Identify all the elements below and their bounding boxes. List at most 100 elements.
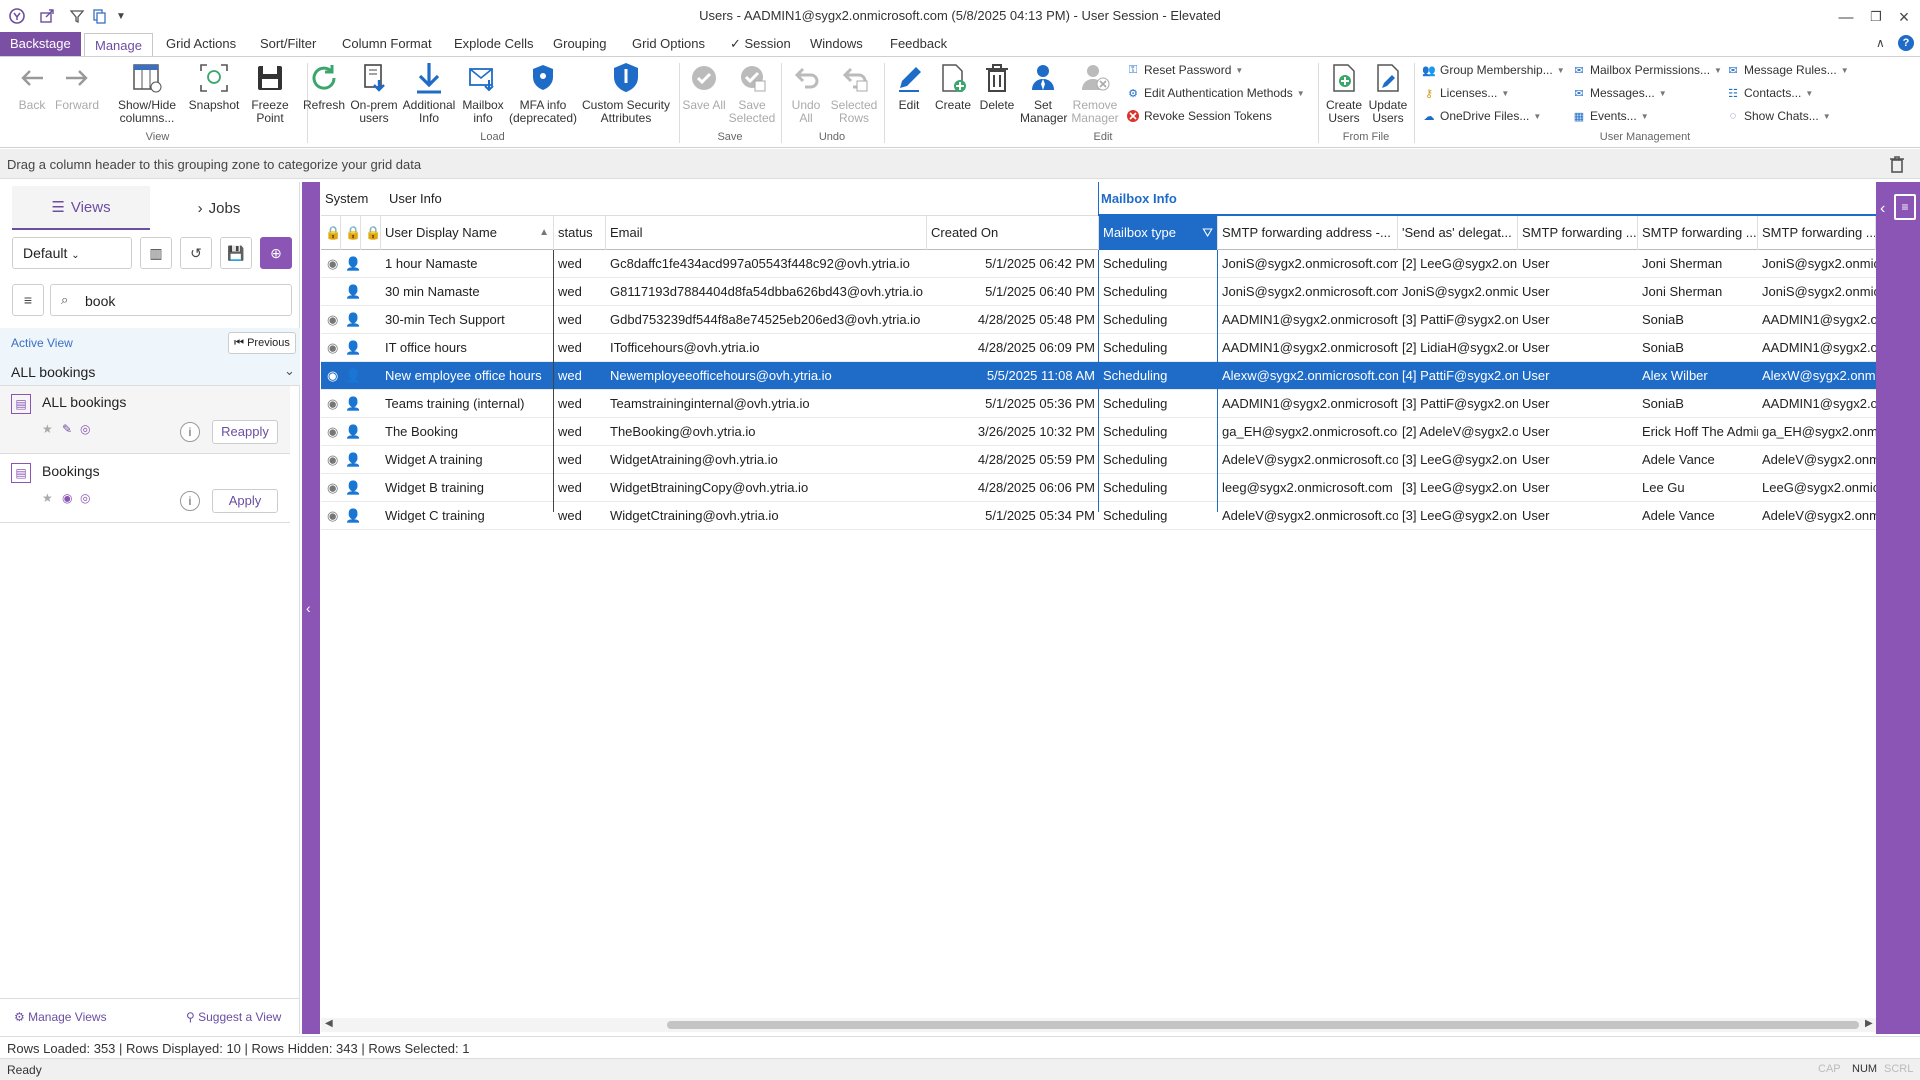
- save-view-icon[interactable]: 💾: [220, 237, 252, 269]
- manage-views-link[interactable]: ⚙ Manage Views: [14, 1010, 107, 1024]
- cell-created-on[interactable]: 5/1/2025 06:40 PM: [927, 278, 1099, 306]
- expand-panel-icon[interactable]: ‹: [1880, 200, 1885, 218]
- cell-smtp-forwarding-3[interactable]: JoniS@sygx2.onmicrosoft.com: [1758, 278, 1876, 306]
- cell-smtp-forwarding-address[interactable]: ga_EH@sygx2.onmicrosoft.com: [1218, 418, 1398, 446]
- info-icon[interactable]: i: [180, 491, 200, 511]
- cell-smtp-forwarding-3[interactable]: AdeleV@sygx2.onmicrosoft.com: [1758, 446, 1876, 474]
- cell-created-on[interactable]: 4/28/2025 05:48 PM: [927, 306, 1099, 334]
- tab-manage[interactable]: Manage: [84, 33, 153, 57]
- reapply-button[interactable]: Reapply: [212, 420, 278, 444]
- add-view-icon[interactable]: ⊕: [260, 237, 292, 269]
- cell-status[interactable]: wed: [554, 362, 606, 390]
- cell-smtp-forwarding-address[interactable]: AADMIN1@sygx2.onmicrosoft.com: [1218, 306, 1398, 334]
- messages-button[interactable]: ✉ Messages... ▼: [1572, 86, 1666, 100]
- cell-smtp-forwarding-1[interactable]: User: [1518, 250, 1638, 278]
- view-card[interactable]: ▤ ALL bookings ★ ✎ ◎ i Reapply: [0, 386, 290, 454]
- cell-smtp-forwarding-3[interactable]: AlexW@sygx2.onmicrosoft.com: [1758, 362, 1876, 390]
- tab-session[interactable]: ✓ Session: [720, 32, 801, 56]
- sidebar-collapse-strip[interactable]: ‹: [302, 182, 320, 1034]
- cell-status[interactable]: wed: [554, 446, 606, 474]
- mailbox-info-button[interactable]: Mailbox info: [460, 60, 506, 125]
- group-membership-button[interactable]: 👥 Group Membership... ▼: [1422, 63, 1565, 77]
- cell-mailbox-type[interactable]: Scheduling: [1099, 390, 1218, 418]
- cell-email[interactable]: WidgetCtraining@ovh.ytria.io: [606, 502, 927, 530]
- suggest-view-link[interactable]: ⚲ Suggest a View: [186, 1010, 281, 1024]
- cell-status[interactable]: wed: [554, 306, 606, 334]
- cell-email[interactable]: Teamstraininginternal@ovh.ytria.io: [606, 390, 927, 418]
- refresh-button[interactable]: Refresh: [300, 60, 348, 112]
- tab-explode-cells[interactable]: Explode Cells: [444, 32, 544, 56]
- cell-smtp-forwarding-2[interactable]: SoniaB: [1638, 334, 1758, 362]
- filter-list-icon[interactable]: ≡: [12, 284, 44, 316]
- cell-smtp-forwarding-2[interactable]: SoniaB: [1638, 306, 1758, 334]
- cell-smtp-forwarding-3[interactable]: AADMIN1@sygx2.onmicrosoft.com: [1758, 306, 1876, 334]
- licenses-button[interactable]: ⚷ Licenses... ▼: [1422, 86, 1509, 100]
- cell-smtp-forwarding-1[interactable]: User: [1518, 362, 1638, 390]
- cell-smtp-forwarding-2[interactable]: Adele Vance: [1638, 446, 1758, 474]
- mailbox-permissions-button[interactable]: ✉ Mailbox Permissions... ▼: [1572, 63, 1722, 77]
- restore-icon[interactable]: ❐: [1862, 6, 1890, 28]
- cell-smtp-forwarding-1[interactable]: User: [1518, 390, 1638, 418]
- cell-smtp-forwarding-3[interactable]: AADMIN1@sygx2.onmicrosoft.com: [1758, 334, 1876, 362]
- cell-smtp-forwarding-2[interactable]: Joni Sherman: [1638, 250, 1758, 278]
- tab-sort-filter[interactable]: Sort/Filter: [250, 32, 326, 56]
- cell-created-on[interactable]: 5/1/2025 06:42 PM: [927, 250, 1099, 278]
- cell-smtp-forwarding-address[interactable]: AADMIN1@sygx2.onmicrosoft.com: [1218, 390, 1398, 418]
- reset-password-button[interactable]: ⚿ Reset Password ▼: [1126, 63, 1243, 77]
- cell-status[interactable]: wed: [554, 390, 606, 418]
- info-icon[interactable]: i: [180, 422, 200, 442]
- cell-smtp-forwarding-2[interactable]: Alex Wilber: [1638, 362, 1758, 390]
- cell-email[interactable]: ITofficehours@ovh.ytria.io: [606, 334, 927, 362]
- cell-display-name[interactable]: Widget B training: [381, 474, 554, 502]
- col-header-email[interactable]: Email: [606, 216, 927, 250]
- col-header-created-on[interactable]: Created On: [927, 216, 1099, 250]
- tab-grouping[interactable]: Grouping: [543, 32, 616, 56]
- cell-send-as-delegates[interactable]: [3] PattiF@sygx2.onmicrosoft.com: [1398, 306, 1518, 334]
- edit-pen-icon[interactable]: ✎: [62, 422, 72, 436]
- view-card[interactable]: ▤ Bookings ★ ◉ ◎ i Apply: [0, 455, 290, 523]
- col-header-smtp-forwarding-2[interactable]: SMTP forwarding ...: [1638, 216, 1758, 250]
- cell-created-on[interactable]: 4/28/2025 05:59 PM: [927, 446, 1099, 474]
- message-rules-button[interactable]: ✉ Message Rules... ▼: [1726, 63, 1848, 77]
- cell-send-as-delegates[interactable]: [3] LeeG@sygx2.onmicrosoft.com: [1398, 474, 1518, 502]
- cell-status[interactable]: wed: [554, 278, 606, 306]
- cell-smtp-forwarding-address[interactable]: AdeleV@sygx2.onmicrosoft.com: [1218, 502, 1398, 530]
- grouping-zone[interactable]: Drag a column header to this grouping zo…: [0, 149, 1920, 179]
- cell-mailbox-type[interactable]: Scheduling: [1099, 446, 1218, 474]
- tab-jobs[interactable]: › Jobs: [150, 186, 288, 230]
- cell-send-as-delegates[interactable]: [2] LidiaH@sygx2.onmicrosoft.com: [1398, 334, 1518, 362]
- minimize-icon[interactable]: —: [1832, 6, 1860, 28]
- cell-smtp-forwarding-3[interactable]: JoniS@sygx2.onmicrosoft.com: [1758, 250, 1876, 278]
- cell-smtp-forwarding-1[interactable]: User: [1518, 474, 1638, 502]
- cell-smtp-forwarding-1[interactable]: User: [1518, 502, 1638, 530]
- cell-mailbox-type[interactable]: Scheduling: [1099, 250, 1218, 278]
- create-users-button[interactable]: Create Users: [1322, 60, 1366, 125]
- cell-send-as-delegates[interactable]: [3] LeeG@sygx2.onmicrosoft.com: [1398, 446, 1518, 474]
- active-view-row[interactable]: ALL bookings ⌄: [0, 358, 300, 386]
- cell-display-name[interactable]: 30 min Namaste: [381, 278, 554, 306]
- cell-display-name[interactable]: The Booking: [381, 418, 554, 446]
- cell-smtp-forwarding-3[interactable]: AADMIN1@sygx2.onmicrosoft.com: [1758, 390, 1876, 418]
- cell-status[interactable]: wed: [554, 418, 606, 446]
- collapse-chevron-icon[interactable]: ⌄: [284, 363, 295, 379]
- tab-backstage[interactable]: Backstage: [0, 32, 81, 56]
- filter-active-icon[interactable]: ⛛: [1202, 216, 1213, 250]
- scrollbar-thumb[interactable]: [667, 1021, 1859, 1029]
- contacts-button[interactable]: ☷ Contacts... ▼: [1726, 86, 1813, 100]
- cell-created-on[interactable]: 5/5/2025 11:08 AM: [927, 362, 1099, 390]
- cell-smtp-forwarding-address[interactable]: JoniS@sygx2.onmicrosoft.com: [1218, 278, 1398, 306]
- cell-display-name[interactable]: Widget A training: [381, 446, 554, 474]
- cell-created-on[interactable]: 4/28/2025 06:09 PM: [927, 334, 1099, 362]
- back-button[interactable]: Back: [10, 60, 54, 112]
- cell-send-as-delegates[interactable]: JoniS@sygx2.onmicrosoft.com: [1398, 278, 1518, 306]
- show-hide-columns-button[interactable]: Show/Hide columns...: [112, 60, 182, 125]
- cell-mailbox-type[interactable]: Scheduling: [1099, 418, 1218, 446]
- cell-mailbox-type[interactable]: Scheduling: [1099, 474, 1218, 502]
- cell-display-name[interactable]: 1 hour Namaste: [381, 250, 554, 278]
- cell-email[interactable]: TheBooking@ovh.ytria.io: [606, 418, 927, 446]
- cell-mailbox-type[interactable]: Scheduling: [1099, 278, 1218, 306]
- trash-icon[interactable]: [1888, 155, 1906, 176]
- cell-smtp-forwarding-2[interactable]: Joni Sherman: [1638, 278, 1758, 306]
- cell-created-on[interactable]: 5/1/2025 05:34 PM: [927, 502, 1099, 530]
- cell-email[interactable]: WidgetBtrainingCopy@ovh.ytria.io: [606, 474, 927, 502]
